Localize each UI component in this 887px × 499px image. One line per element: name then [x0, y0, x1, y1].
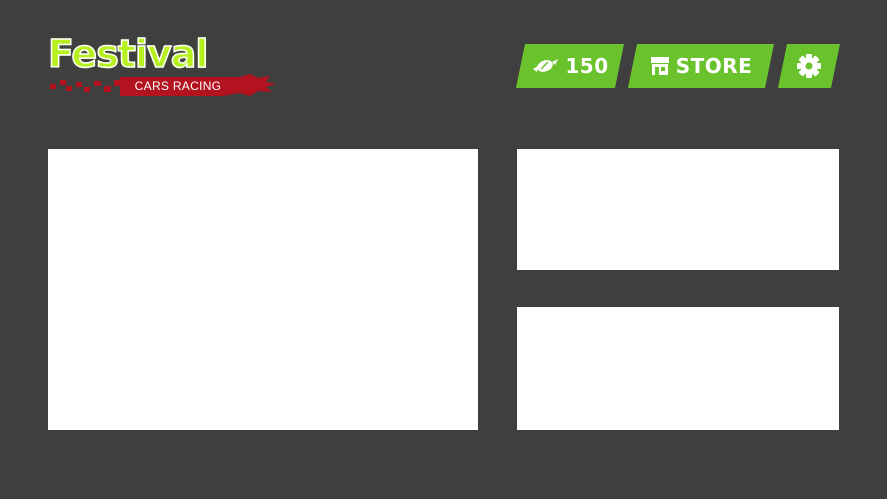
logo-subtitle: CARS RACING — [134, 79, 222, 93]
side-panel-bottom — [517, 307, 839, 430]
logo-title: Festival — [47, 32, 209, 76]
coins-counter-button[interactable]: 150 — [516, 44, 624, 88]
side-panel-top — [517, 149, 839, 270]
coins-value: 150 — [565, 54, 609, 78]
settings-button[interactable] — [778, 44, 840, 88]
store-button[interactable]: STORE — [628, 44, 774, 88]
main-content-panel — [48, 149, 478, 430]
gear-icon — [796, 53, 822, 79]
game-logo: Festival CARS RACING — [44, 30, 276, 100]
store-icon — [650, 56, 670, 76]
candy-icon — [531, 57, 559, 75]
store-label: STORE — [675, 54, 753, 78]
